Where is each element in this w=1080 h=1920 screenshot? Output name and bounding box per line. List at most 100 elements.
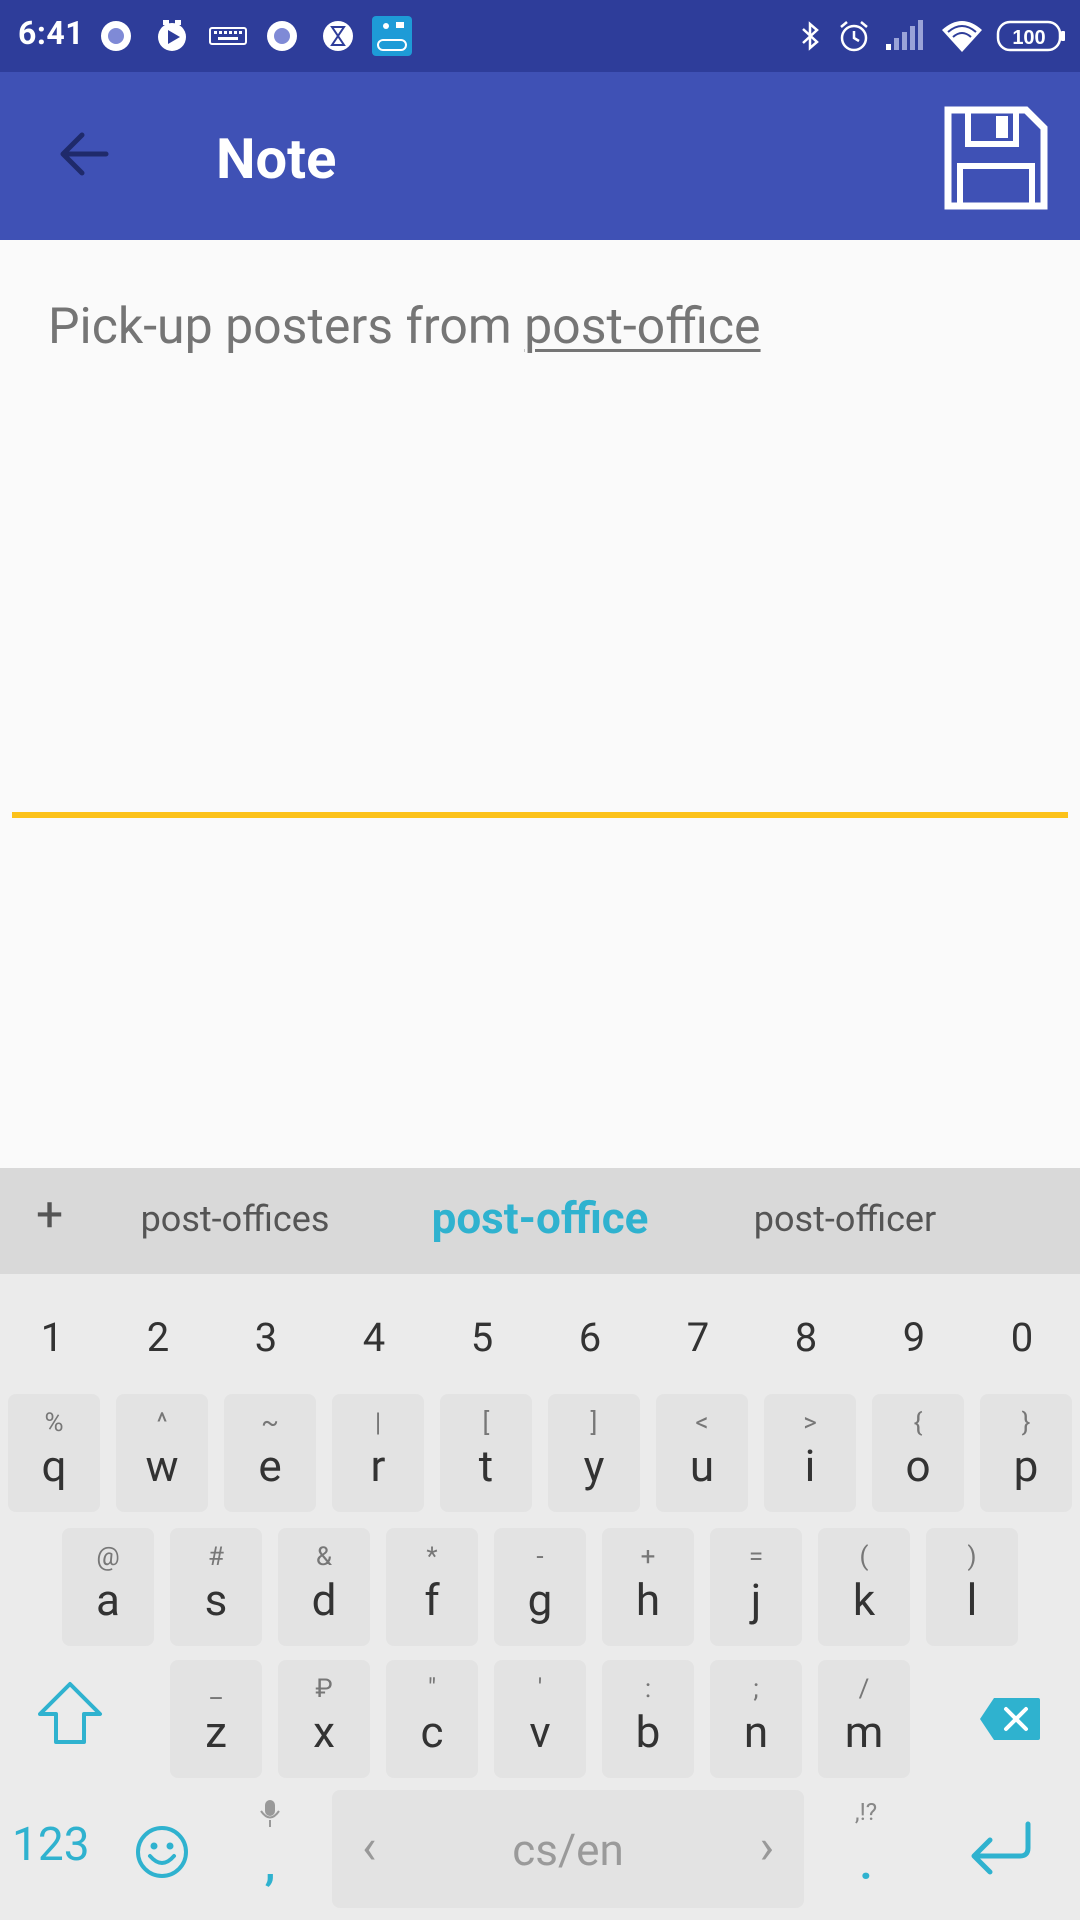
circle-notification-icon [101, 21, 131, 51]
microphone-icon [260, 1800, 280, 1827]
key-a[interactable]: @ a [62, 1528, 154, 1646]
key-alt: / [858, 1674, 870, 1704]
key-alt: ~ [261, 1408, 279, 1438]
key-v[interactable]: ' v [494, 1660, 586, 1778]
key-alt: } [1021, 1408, 1031, 1438]
key-number[interactable]: 9 [884, 1314, 944, 1361]
key-alt: * [426, 1542, 438, 1572]
key-letter: t [478, 1440, 494, 1492]
key-number[interactable]: 3 [236, 1314, 296, 1361]
key-letter: c [420, 1706, 444, 1758]
note-text-before: Pick-up posters from [48, 298, 525, 356]
key-s[interactable]: # s [170, 1528, 262, 1646]
key-i[interactable]: > i [764, 1394, 856, 1512]
key-letter: q [41, 1440, 67, 1492]
enter-key[interactable] [964, 1818, 1036, 1886]
key-p[interactable]: } p [980, 1394, 1072, 1512]
shift-key[interactable] [34, 1680, 106, 1752]
key-j[interactable]: = j [710, 1528, 802, 1646]
key-alt: + [640, 1542, 656, 1572]
note-underline [12, 812, 1068, 818]
bluetooth-icon [802, 21, 819, 51]
comma-key[interactable]: , [250, 1798, 290, 1908]
key-c[interactable]: " c [386, 1660, 478, 1778]
key-o[interactable]: {o [872, 1394, 964, 1512]
key-e[interactable]: ~ e [224, 1394, 316, 1512]
key-alt: ( [859, 1542, 869, 1572]
space-language-label: cs/en [512, 1824, 624, 1876]
key-b[interactable]: :b [602, 1660, 694, 1778]
key-number[interactable]: 5 [452, 1314, 512, 1361]
key-u[interactable]: < u [656, 1394, 748, 1512]
key-alt: _ [210, 1674, 222, 1704]
key-h[interactable]: + h [602, 1528, 694, 1646]
alarm-icon [840, 21, 868, 52]
emoji-key[interactable] [134, 1824, 190, 1884]
key-d[interactable]: & d [278, 1528, 370, 1646]
key-g[interactable]: -g [494, 1528, 586, 1646]
key-t[interactable]: [t [440, 1394, 532, 1512]
period-label: . [859, 1838, 873, 1890]
emoji-smiley-icon [136, 1826, 188, 1878]
key-alt: [ [482, 1408, 490, 1438]
key-x[interactable]: ₽ x [278, 1660, 370, 1778]
key-alt: { [913, 1408, 923, 1438]
key-letter: i [804, 1440, 816, 1492]
key-letter: w [145, 1440, 179, 1492]
key-alt: & [315, 1542, 333, 1572]
key-number[interactable]: 8 [776, 1314, 836, 1361]
signal-icon [886, 20, 923, 50]
suggestion-right[interactable]: post-officer [730, 1198, 960, 1240]
key-letter: x [313, 1706, 335, 1758]
note-text[interactable]: Pick-up posters from post-office [48, 298, 761, 356]
back-button[interactable] [48, 118, 120, 190]
key-n[interactable]: ; n [710, 1660, 802, 1778]
backspace-icon [980, 1698, 1040, 1740]
play-notification-icon [158, 20, 186, 51]
numbers-key[interactable]: 123 [12, 1818, 90, 1872]
key-number[interactable]: 1 [22, 1314, 82, 1361]
key-y[interactable]: ] y [548, 1394, 640, 1512]
key-m[interactable]: / m [818, 1660, 910, 1778]
key-number[interactable]: 0 [992, 1314, 1052, 1361]
note-editor[interactable]: Pick-up posters from post-office [0, 240, 1080, 1168]
key-number[interactable]: 7 [668, 1314, 728, 1361]
key-number[interactable]: 4 [344, 1314, 404, 1361]
key-letter: e [258, 1440, 282, 1492]
key-number[interactable]: 2 [128, 1314, 188, 1361]
period-key[interactable]: ,!? . [844, 1798, 888, 1908]
composing-word: post-office [524, 298, 761, 356]
key-letter: p [1013, 1440, 1039, 1492]
add-word-button[interactable]: + [36, 1186, 63, 1243]
backspace-key[interactable] [978, 1696, 1042, 1746]
key-f[interactable]: * f [386, 1528, 478, 1646]
circle-notification-icon [267, 21, 297, 51]
key-letter: z [205, 1706, 227, 1758]
save-button[interactable] [944, 106, 1048, 210]
key-alt: = [748, 1542, 764, 1572]
key-k[interactable]: (k [818, 1528, 910, 1646]
suggestion-center[interactable]: post-office [410, 1192, 670, 1244]
key-q[interactable]: % q [8, 1394, 100, 1512]
key-letter: j [750, 1574, 762, 1626]
key-alt: % [44, 1408, 64, 1438]
key-alt: | [374, 1408, 382, 1438]
suggestion-left[interactable]: post-offices [120, 1198, 350, 1240]
key-alt: ^ [156, 1408, 168, 1438]
page-title: Note [216, 126, 337, 192]
key-alt: > [803, 1408, 817, 1438]
hourglass-notification-icon [323, 21, 353, 51]
key-alt: " [427, 1674, 437, 1704]
key-w[interactable]: ^ w [116, 1394, 208, 1512]
key-letter: l [966, 1574, 978, 1626]
key-number[interactable]: 6 [560, 1314, 620, 1361]
key-z[interactable]: _ z [170, 1660, 262, 1778]
wifi-icon [942, 21, 982, 52]
key-alt: ; [753, 1674, 759, 1704]
status-bar: 6:41 100 [0, 0, 1080, 72]
key-l[interactable]: ) l [926, 1528, 1018, 1646]
fitness-app-notification-icon [372, 16, 412, 56]
app-bar: Note [0, 72, 1080, 240]
space-key[interactable]: ‹ cs/en › [332, 1790, 804, 1908]
key-r[interactable]: | r [332, 1394, 424, 1512]
